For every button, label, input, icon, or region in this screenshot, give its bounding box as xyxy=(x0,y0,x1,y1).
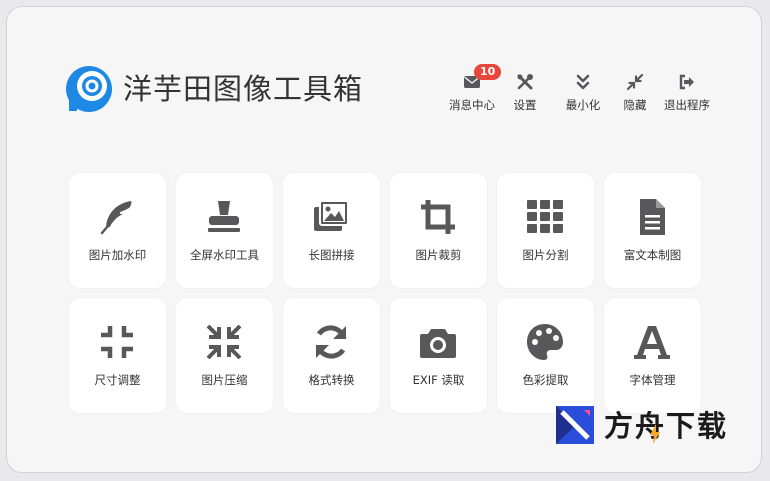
tool-image-crop[interactable]: 图片裁剪 xyxy=(390,173,487,288)
tool-image-compress[interactable]: 图片压缩 xyxy=(176,298,273,413)
lightning-icon xyxy=(650,424,660,444)
tool-color-extract[interactable]: 色彩提取 xyxy=(497,298,594,413)
font-icon xyxy=(634,326,670,359)
tool-exif-read[interactable]: EXIF 读取 xyxy=(390,298,487,413)
tool-long-image-stitch[interactable]: 长图拼接 xyxy=(283,173,380,288)
compress-arrows-icon xyxy=(626,73,644,91)
tool-image-split[interactable]: 图片分割 xyxy=(497,173,594,288)
hide-button[interactable]: 隐藏 xyxy=(607,73,663,113)
sync-icon xyxy=(315,325,347,359)
images-icon xyxy=(314,200,349,231)
exit-button[interactable]: 退出程序 xyxy=(659,73,715,113)
tool-resize[interactable]: 尺寸调整 xyxy=(69,298,166,413)
camera-icon xyxy=(420,329,456,358)
tools-icon xyxy=(517,74,533,90)
tool-label: 长图拼接 xyxy=(308,248,355,262)
chevron-double-down-icon xyxy=(576,74,590,90)
grid-icon xyxy=(527,200,563,233)
settings-label: 设置 xyxy=(513,98,537,112)
minimize-button[interactable]: 最小化 xyxy=(555,73,611,113)
site-watermark: 方舟下载 xyxy=(556,406,746,448)
tool-label: 格式转换 xyxy=(308,373,355,387)
tool-label: 图片裁剪 xyxy=(415,248,462,262)
tool-font-manage[interactable]: 字体管理 xyxy=(604,298,701,413)
tool-label: 尺寸调整 xyxy=(94,373,141,387)
compress-arrows-icon xyxy=(206,324,242,360)
tool-label: 图片压缩 xyxy=(201,373,248,387)
tool-label: 富文本制图 xyxy=(623,248,682,262)
watermark-text: 方舟下载 xyxy=(604,409,729,443)
tool-label: 图片分割 xyxy=(522,248,569,262)
message-center-label: 消息中心 xyxy=(449,98,495,112)
tool-label: 字体管理 xyxy=(629,373,676,387)
document-icon xyxy=(640,199,665,235)
tool-rich-text-image[interactable]: 富文本制图 xyxy=(604,173,701,288)
minimize-label: 最小化 xyxy=(565,98,601,112)
tool-label: EXIF 读取 xyxy=(412,373,465,387)
feather-icon xyxy=(100,201,132,235)
sign-out-icon xyxy=(679,74,694,90)
crop-icon xyxy=(421,200,455,234)
tool-add-watermark[interactable]: 图片加水印 xyxy=(69,173,166,288)
hide-label: 隐藏 xyxy=(623,98,647,112)
watermark-logo xyxy=(556,406,594,444)
tool-label: 图片加水印 xyxy=(88,248,147,262)
tool-label: 全屏水印工具 xyxy=(190,248,259,262)
window-toolbar: 10 消息中心 设置 最小化 隐藏 退出程序 xyxy=(7,64,761,123)
compress-icon xyxy=(101,326,133,358)
tool-fullscreen-watermark[interactable]: 全屏水印工具 xyxy=(176,173,273,288)
exit-label: 退出程序 xyxy=(664,98,710,112)
tool-label: 色彩提取 xyxy=(522,373,569,387)
stamp-icon xyxy=(208,201,240,232)
app-window: 洋芋田图像工具箱 10 消息中心 设置 最小化 隐藏 退出程序 图片加水印 全屏… xyxy=(6,6,762,473)
tool-format-convert[interactable]: 格式转换 xyxy=(283,298,380,413)
message-center-button[interactable]: 10 消息中心 xyxy=(444,64,502,113)
settings-button[interactable]: 设置 xyxy=(497,73,553,113)
palette-icon xyxy=(527,324,563,360)
